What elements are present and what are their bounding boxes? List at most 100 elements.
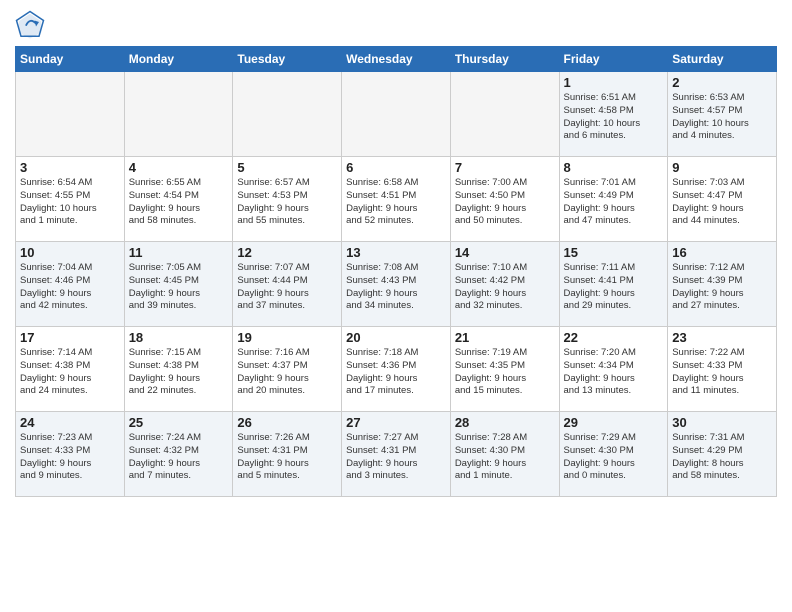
- week-row-4: 24Sunrise: 7:23 AMSunset: 4:33 PMDayligh…: [16, 412, 777, 497]
- day-number: 23: [672, 330, 772, 345]
- week-row-1: 3Sunrise: 6:54 AMSunset: 4:55 PMDaylight…: [16, 157, 777, 242]
- day-info: Sunrise: 7:18 AMSunset: 4:36 PMDaylight:…: [346, 347, 446, 398]
- calendar-cell: 13 Sunrise: 7:08 AMSunset: 4:43 PMDayligh…: [342, 242, 451, 327]
- day-number: 5: [237, 160, 337, 175]
- day-info: Sunrise: 7:05 AMSunset: 4:45 PMDaylight:…: [129, 262, 229, 313]
- calendar-cell: [450, 72, 559, 157]
- calendar-cell: 22 Sunrise: 7:20 AMSunset: 4:34 PMDayligh…: [559, 327, 668, 412]
- day-info: Sunrise: 7:29 AMSunset: 4:30 PMDaylight:…: [564, 432, 664, 483]
- calendar-cell: 6 Sunrise: 6:58 AMSunset: 4:51 PMDaylight…: [342, 157, 451, 242]
- day-number: 19: [237, 330, 337, 345]
- day-number: 17: [20, 330, 120, 345]
- day-number: 12: [237, 245, 337, 260]
- day-number: 16: [672, 245, 772, 260]
- day-number: 13: [346, 245, 446, 260]
- calendar-cell: [16, 72, 125, 157]
- day-number: 24: [20, 415, 120, 430]
- day-info: Sunrise: 7:27 AMSunset: 4:31 PMDaylight:…: [346, 432, 446, 483]
- day-info: Sunrise: 7:16 AMSunset: 4:37 PMDaylight:…: [237, 347, 337, 398]
- day-number: 14: [455, 245, 555, 260]
- calendar-cell: [342, 72, 451, 157]
- day-info: Sunrise: 7:07 AMSunset: 4:44 PMDaylight:…: [237, 262, 337, 313]
- calendar-cell: 10 Sunrise: 7:04 AMSunset: 4:46 PMDayligh…: [16, 242, 125, 327]
- calendar-cell: 18 Sunrise: 7:15 AMSunset: 4:38 PMDayligh…: [124, 327, 233, 412]
- calendar-cell: 27 Sunrise: 7:27 AMSunset: 4:31 PMDayligh…: [342, 412, 451, 497]
- day-number: 9: [672, 160, 772, 175]
- day-number: 10: [20, 245, 120, 260]
- day-info: Sunrise: 6:55 AMSunset: 4:54 PMDaylight:…: [129, 177, 229, 228]
- calendar-cell: 11 Sunrise: 7:05 AMSunset: 4:45 PMDayligh…: [124, 242, 233, 327]
- day-info: Sunrise: 7:26 AMSunset: 4:31 PMDaylight:…: [237, 432, 337, 483]
- day-number: 6: [346, 160, 446, 175]
- calendar-cell: [233, 72, 342, 157]
- day-number: 27: [346, 415, 446, 430]
- calendar-cell: 30 Sunrise: 7:31 AMSunset: 4:29 PMDayligh…: [668, 412, 777, 497]
- day-number: 21: [455, 330, 555, 345]
- calendar-cell: [124, 72, 233, 157]
- col-header-sunday: Sunday: [16, 47, 125, 72]
- day-info: Sunrise: 7:08 AMSunset: 4:43 PMDaylight:…: [346, 262, 446, 313]
- day-info: Sunrise: 7:03 AMSunset: 4:47 PMDaylight:…: [672, 177, 772, 228]
- calendar-cell: 1 Sunrise: 6:51 AMSunset: 4:58 PMDaylight…: [559, 72, 668, 157]
- day-info: Sunrise: 7:01 AMSunset: 4:49 PMDaylight:…: [564, 177, 664, 228]
- calendar-cell: 29 Sunrise: 7:29 AMSunset: 4:30 PMDayligh…: [559, 412, 668, 497]
- day-info: Sunrise: 7:22 AMSunset: 4:33 PMDaylight:…: [672, 347, 772, 398]
- day-info: Sunrise: 7:14 AMSunset: 4:38 PMDaylight:…: [20, 347, 120, 398]
- calendar-cell: 17 Sunrise: 7:14 AMSunset: 4:38 PMDayligh…: [16, 327, 125, 412]
- calendar-cell: 2 Sunrise: 6:53 AMSunset: 4:57 PMDaylight…: [668, 72, 777, 157]
- day-info: Sunrise: 7:10 AMSunset: 4:42 PMDaylight:…: [455, 262, 555, 313]
- day-info: Sunrise: 7:11 AMSunset: 4:41 PMDaylight:…: [564, 262, 664, 313]
- calendar-cell: 26 Sunrise: 7:26 AMSunset: 4:31 PMDayligh…: [233, 412, 342, 497]
- day-info: Sunrise: 7:12 AMSunset: 4:39 PMDaylight:…: [672, 262, 772, 313]
- calendar-cell: 7Sunrise: 7:00 AMSunset: 4:50 PMDaylight…: [450, 157, 559, 242]
- day-number: 29: [564, 415, 664, 430]
- calendar-cell: 23 Sunrise: 7:22 AMSunset: 4:33 PMDayligh…: [668, 327, 777, 412]
- day-info: Sunrise: 7:20 AMSunset: 4:34 PMDaylight:…: [564, 347, 664, 398]
- calendar-cell: 4 Sunrise: 6:55 AMSunset: 4:54 PMDaylight…: [124, 157, 233, 242]
- col-header-thursday: Thursday: [450, 47, 559, 72]
- calendar-cell: 12 Sunrise: 7:07 AMSunset: 4:44 PMDayligh…: [233, 242, 342, 327]
- day-number: 22: [564, 330, 664, 345]
- logo-icon: [15, 10, 45, 40]
- day-info: Sunrise: 7:28 AMSunset: 4:30 PMDaylight:…: [455, 432, 555, 483]
- day-info: Sunrise: 7:15 AMSunset: 4:38 PMDaylight:…: [129, 347, 229, 398]
- calendar-cell: 8 Sunrise: 7:01 AMSunset: 4:49 PMDaylight…: [559, 157, 668, 242]
- col-header-monday: Monday: [124, 47, 233, 72]
- week-row-0: 1 Sunrise: 6:51 AMSunset: 4:58 PMDaylight…: [16, 72, 777, 157]
- calendar-cell: 3Sunrise: 6:54 AMSunset: 4:55 PMDaylight…: [16, 157, 125, 242]
- day-info: Sunrise: 7:00 AMSunset: 4:50 PMDaylight:…: [455, 177, 555, 228]
- day-info: Sunrise: 7:24 AMSunset: 4:32 PMDaylight:…: [129, 432, 229, 483]
- day-info: Sunrise: 7:31 AMSunset: 4:29 PMDaylight:…: [672, 432, 772, 483]
- calendar-cell: 9 Sunrise: 7:03 AMSunset: 4:47 PMDaylight…: [668, 157, 777, 242]
- day-info: Sunrise: 7:19 AMSunset: 4:35 PMDaylight:…: [455, 347, 555, 398]
- day-number: 8: [564, 160, 664, 175]
- calendar-cell: 15 Sunrise: 7:11 AMSunset: 4:41 PMDayligh…: [559, 242, 668, 327]
- day-info: Sunrise: 6:58 AMSunset: 4:51 PMDaylight:…: [346, 177, 446, 228]
- day-number: 30: [672, 415, 772, 430]
- day-info: Sunrise: 6:53 AMSunset: 4:57 PMDaylight:…: [672, 92, 772, 143]
- day-info: Sunrise: 6:51 AMSunset: 4:58 PMDaylight:…: [564, 92, 664, 143]
- page-container: SundayMondayTuesdayWednesdayThursdayFrid…: [0, 0, 792, 502]
- week-row-2: 10 Sunrise: 7:04 AMSunset: 4:46 PMDayligh…: [16, 242, 777, 327]
- day-number: 25: [129, 415, 229, 430]
- day-number: 4: [129, 160, 229, 175]
- day-number: 20: [346, 330, 446, 345]
- day-number: 11: [129, 245, 229, 260]
- day-number: 2: [672, 75, 772, 90]
- day-number: 15: [564, 245, 664, 260]
- day-number: 18: [129, 330, 229, 345]
- calendar-cell: 28 Sunrise: 7:28 AMSunset: 4:30 PMDayligh…: [450, 412, 559, 497]
- calendar-cell: 19 Sunrise: 7:16 AMSunset: 4:37 PMDayligh…: [233, 327, 342, 412]
- header-row: SundayMondayTuesdayWednesdayThursdayFrid…: [16, 47, 777, 72]
- day-number: 28: [455, 415, 555, 430]
- day-number: 3: [20, 160, 120, 175]
- day-number: 26: [237, 415, 337, 430]
- day-number: 1: [564, 75, 664, 90]
- day-info: Sunrise: 7:04 AMSunset: 4:46 PMDaylight:…: [20, 262, 120, 313]
- calendar-table: SundayMondayTuesdayWednesdayThursdayFrid…: [15, 46, 777, 497]
- calendar-cell: 5 Sunrise: 6:57 AMSunset: 4:53 PMDaylight…: [233, 157, 342, 242]
- week-row-3: 17 Sunrise: 7:14 AMSunset: 4:38 PMDayligh…: [16, 327, 777, 412]
- day-info: Sunrise: 6:57 AMSunset: 4:53 PMDaylight:…: [237, 177, 337, 228]
- col-header-tuesday: Tuesday: [233, 47, 342, 72]
- logo: [15, 10, 49, 40]
